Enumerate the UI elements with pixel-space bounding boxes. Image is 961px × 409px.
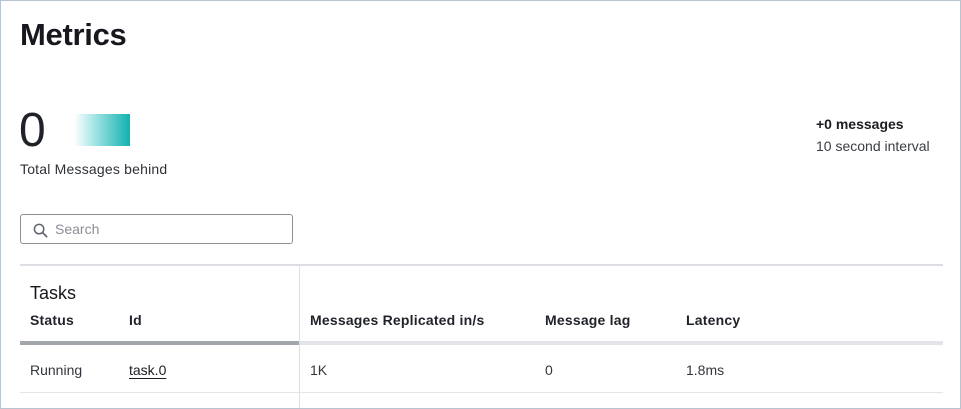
page-title: Metrics xyxy=(20,17,127,52)
tasks-table: Tasks Status Id Messages Replicated in/s… xyxy=(20,264,943,408)
header-divider-left xyxy=(20,341,299,345)
table-top-divider xyxy=(20,264,943,266)
total-messages-behind-label: Total Messages behind xyxy=(20,161,168,177)
search-box[interactable] xyxy=(20,214,293,244)
interval-label: 10 second interval xyxy=(816,138,930,154)
column-header-id: Id xyxy=(129,312,142,328)
sparkline-area xyxy=(74,114,130,146)
row-divider xyxy=(20,392,943,393)
interval-summary: +0 messages 10 second interval xyxy=(816,115,956,155)
task-id-link[interactable]: task.0 xyxy=(129,362,166,378)
messages-replicated-cell: 1K xyxy=(310,362,328,378)
metrics-panel: Metrics 0 Total Messages behind +0 messa… xyxy=(0,0,961,409)
tasks-title: Tasks xyxy=(30,283,77,303)
search-input[interactable] xyxy=(55,218,285,240)
column-header-latency: Latency xyxy=(686,312,741,328)
task-status-cell: Running xyxy=(30,362,83,378)
delta-messages: +0 messages xyxy=(816,116,904,132)
column-header-message-lag: Message lag xyxy=(545,312,631,328)
column-header-status: Status xyxy=(30,312,74,328)
column-header-messages-replicated: Messages Replicated in/s xyxy=(310,312,485,328)
column-group-divider xyxy=(299,264,300,408)
total-messages-behind-value: 0 xyxy=(19,104,46,157)
search-icon xyxy=(33,223,48,238)
latency-cell: 1.8ms xyxy=(686,362,725,378)
messages-behind-sparkline xyxy=(74,114,130,146)
message-lag-cell: 0 xyxy=(545,362,553,378)
header-divider-right xyxy=(300,341,943,345)
